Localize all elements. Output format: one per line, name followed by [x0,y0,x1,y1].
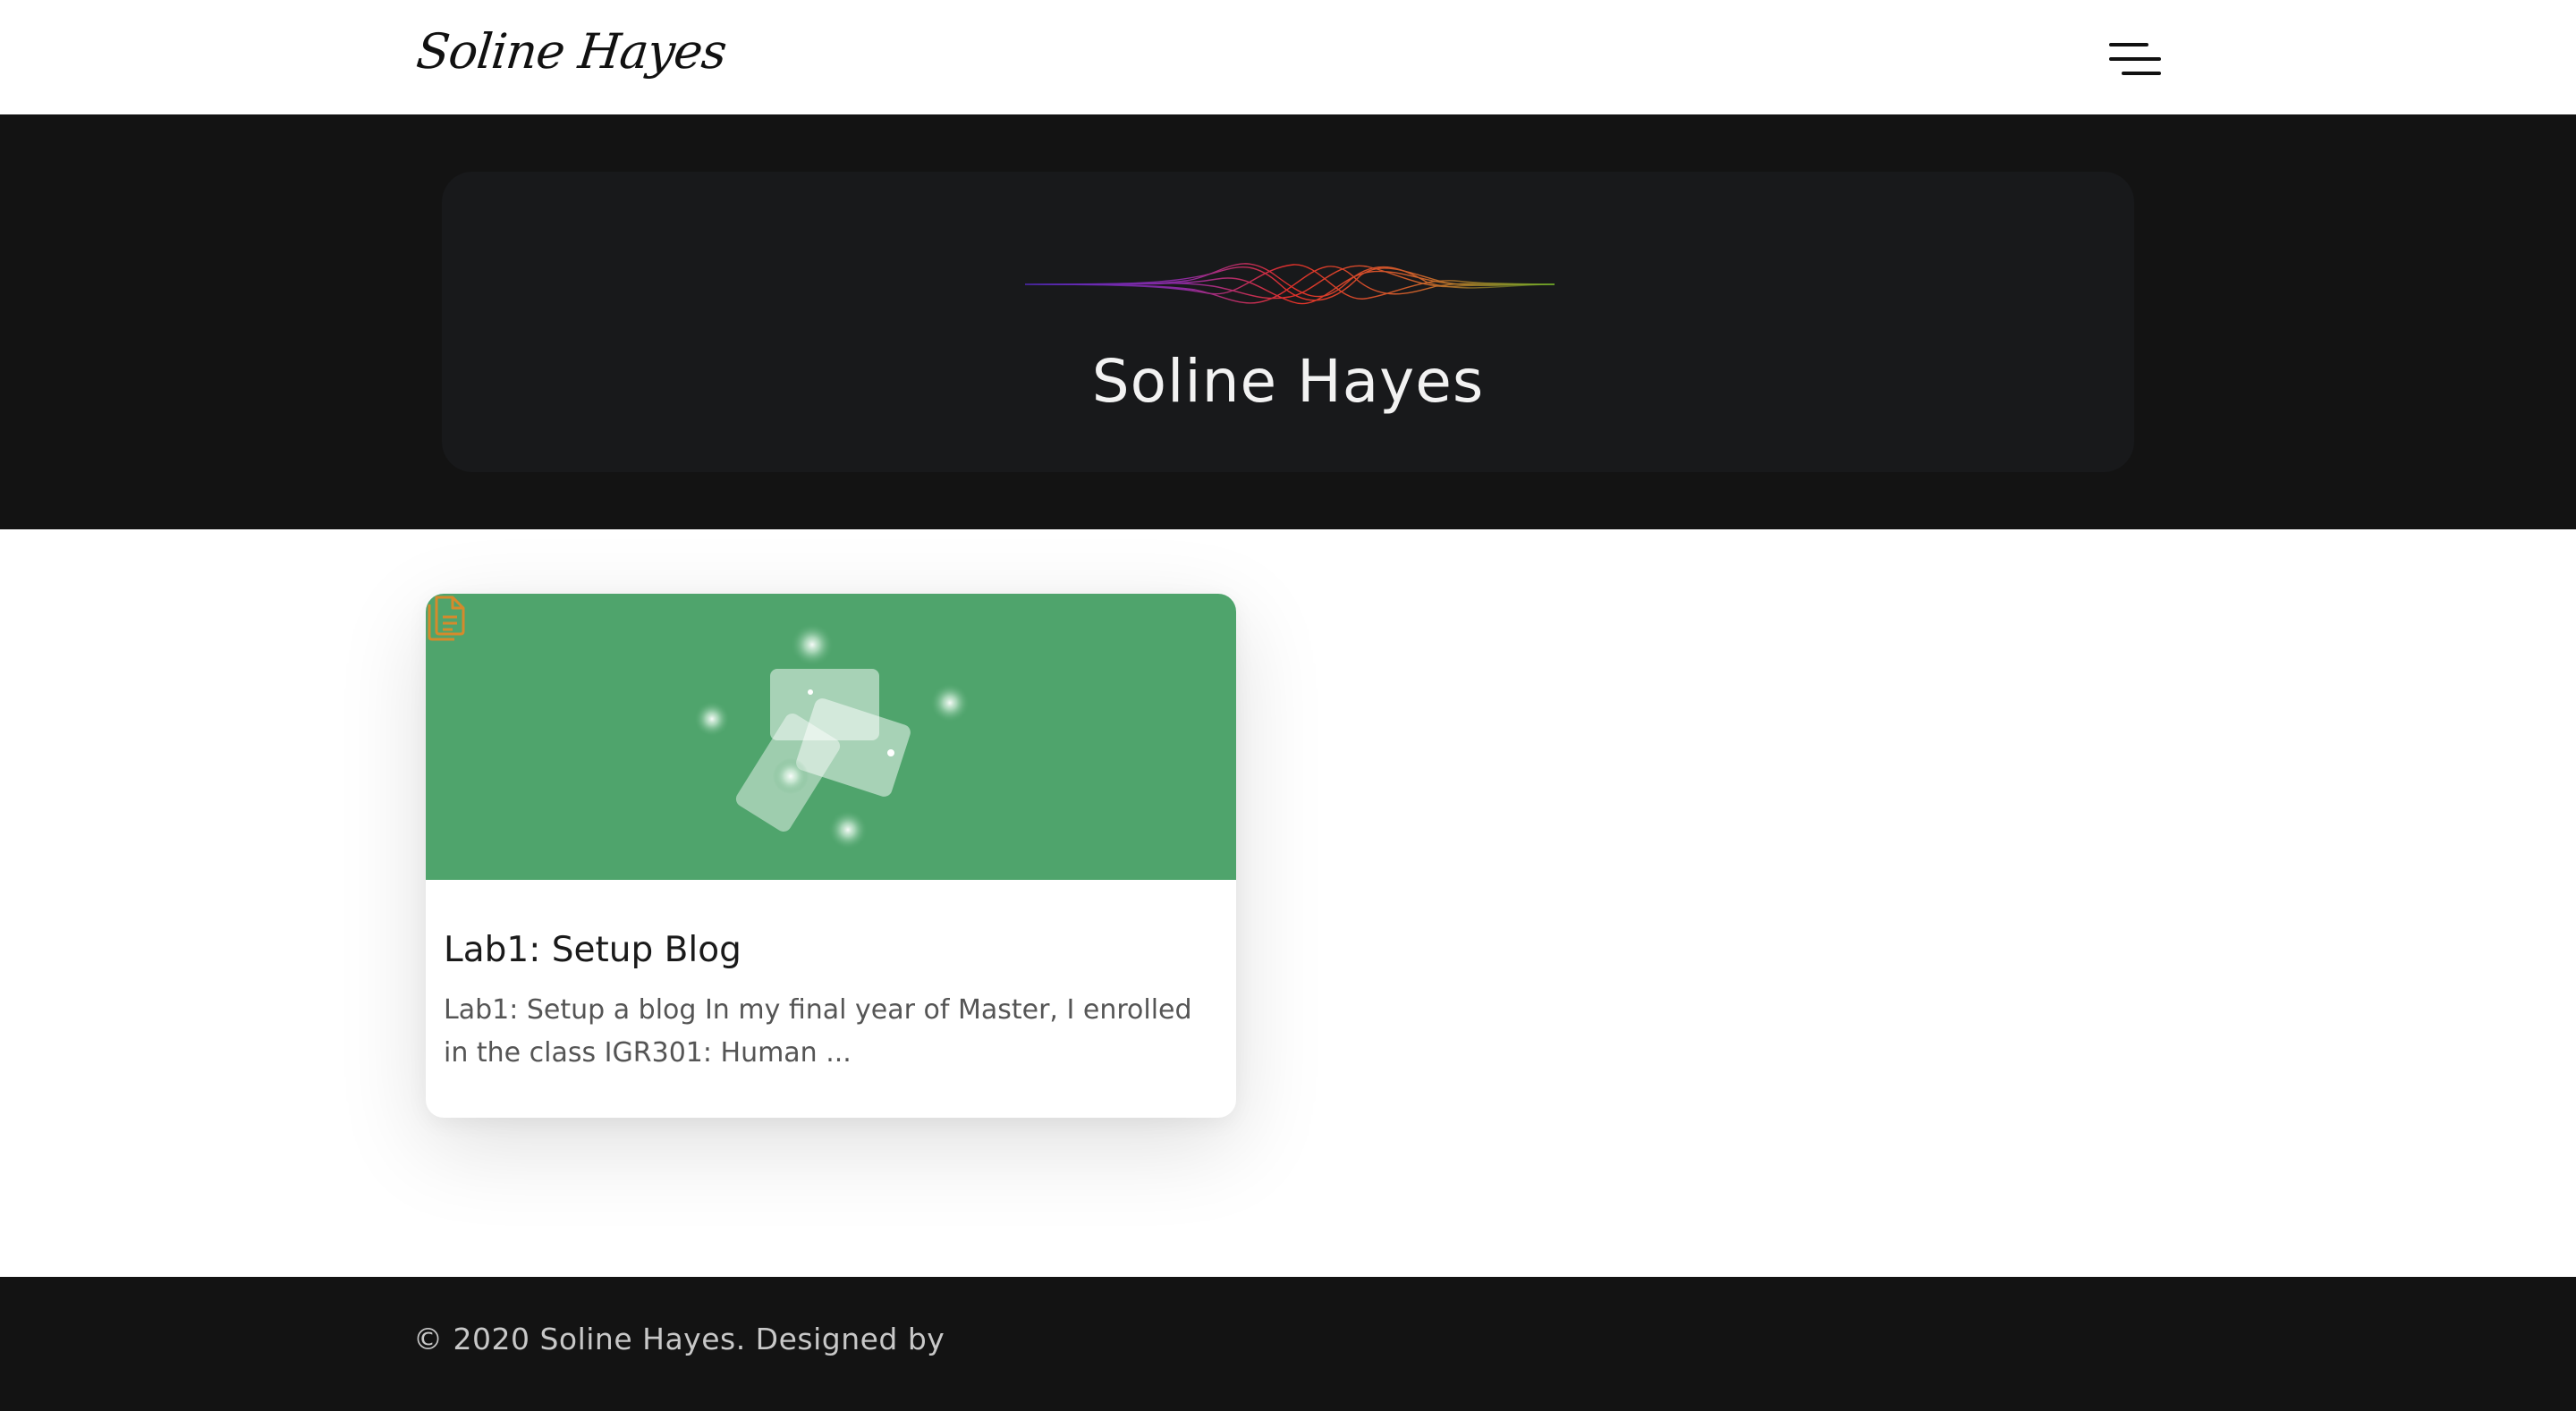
hero-card: Soline Hayes [442,172,2134,472]
post-card[interactable]: Lab1: Setup Blog Lab1: Setup a blog In m… [426,594,1236,1118]
page-title: Soline Hayes [1091,347,1485,416]
sound-wave-graphic [1025,263,1555,305]
menu-line [2122,72,2161,75]
site-footer: © 2020 Soline Hayes. Designed by [0,1277,2576,1411]
documents-illustration [694,623,970,849]
menu-line [2109,43,2148,46]
footer-copyright: © 2020 Soline Hayes. Designed by [413,1322,945,1356]
hero-banner: Soline Hayes [0,114,2576,529]
post-title[interactable]: Lab1: Setup Blog [444,930,741,970]
document-icon [428,596,465,641]
post-thumbnail[interactable] [426,594,1236,880]
menu-line [2109,57,2161,61]
site-header: Soline Hayes [0,0,2576,114]
hamburger-menu-icon[interactable] [2107,39,2161,80]
site-logo[interactable]: Soline Hayes [414,23,729,80]
post-excerpt: Lab1: Setup a blog In my final year of M… [444,994,1192,1069]
